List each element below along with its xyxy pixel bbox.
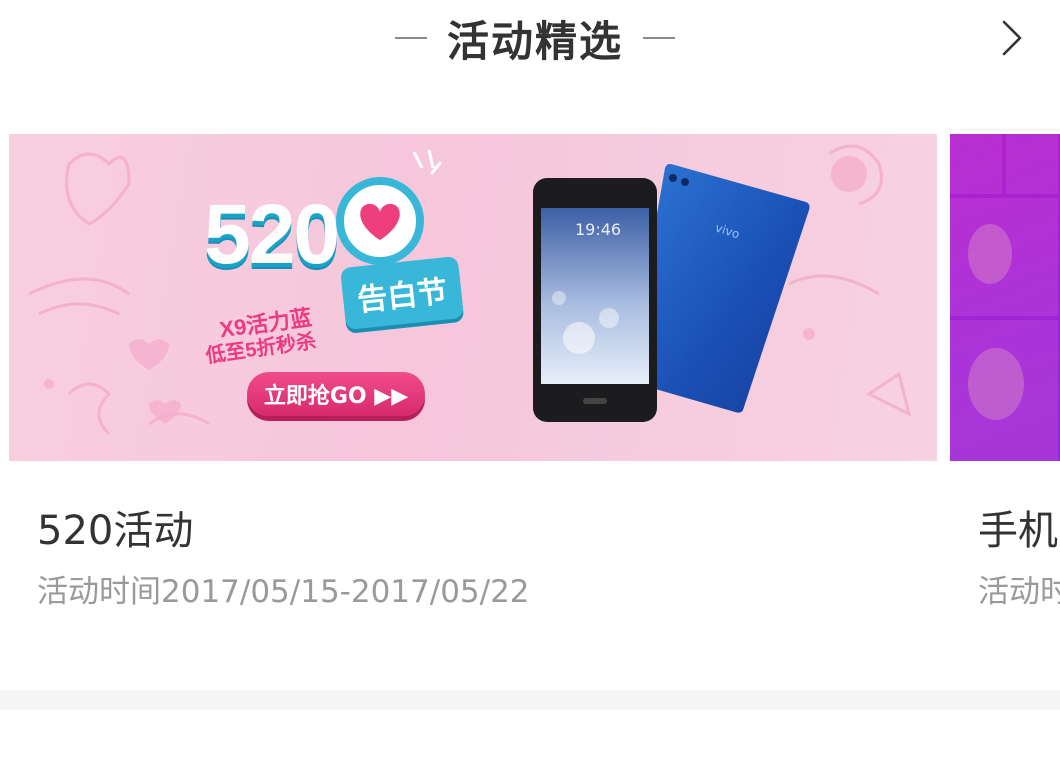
activity-date: 活动时: [978, 574, 1060, 610]
banner-photo-grid: [950, 134, 1058, 461]
phone-front-image: [533, 178, 657, 422]
heart-icon: [336, 177, 424, 265]
activity-title[interactable]: 520活动: [37, 498, 193, 556]
buy-now-button[interactable]: 立即抢GO ▶▶: [247, 372, 425, 416]
title-right-line: [643, 37, 675, 39]
title-left-line: [395, 37, 427, 39]
activity-banner[interactable]: [950, 134, 1060, 461]
badge-520: 520: [204, 187, 340, 281]
activity-banner[interactable]: 520 X9活力蓝 低至5折秒杀 告白节 立即抢GO ▶▶ vivo 19:46: [9, 134, 937, 461]
activity-section: 活动精选 520 X9活力蓝 低至5折秒杀 告白节 立即抢GO ▶▶ vivo …: [0, 0, 1060, 778]
bubble-text: 告白节: [355, 274, 449, 319]
activity-card[interactable]: 手机 活动时: [950, 134, 1060, 610]
phone-clock: 19:46: [575, 220, 622, 239]
section-title: 活动精选: [446, 16, 623, 66]
chevron-right-icon[interactable]: [992, 18, 1032, 58]
speech-bubble: 告白节: [340, 256, 464, 330]
activity-title[interactable]: 手机: [978, 498, 1058, 556]
activity-card[interactable]: 520 X9活力蓝 低至5折秒杀 告白节 立即抢GO ▶▶ vivo 19:46…: [9, 134, 937, 610]
activity-carousel[interactable]: 520 X9活力蓝 低至5折秒杀 告白节 立即抢GO ▶▶ vivo 19:46…: [0, 134, 1060, 634]
section-divider: [0, 690, 1060, 710]
activity-date: 活动时间2017/05/15-2017/05/22: [37, 574, 530, 610]
section-title-wrap: 活动精选: [375, 10, 695, 66]
section-header: 活动精选: [0, 0, 1060, 80]
phone-back-image: [631, 164, 810, 413]
